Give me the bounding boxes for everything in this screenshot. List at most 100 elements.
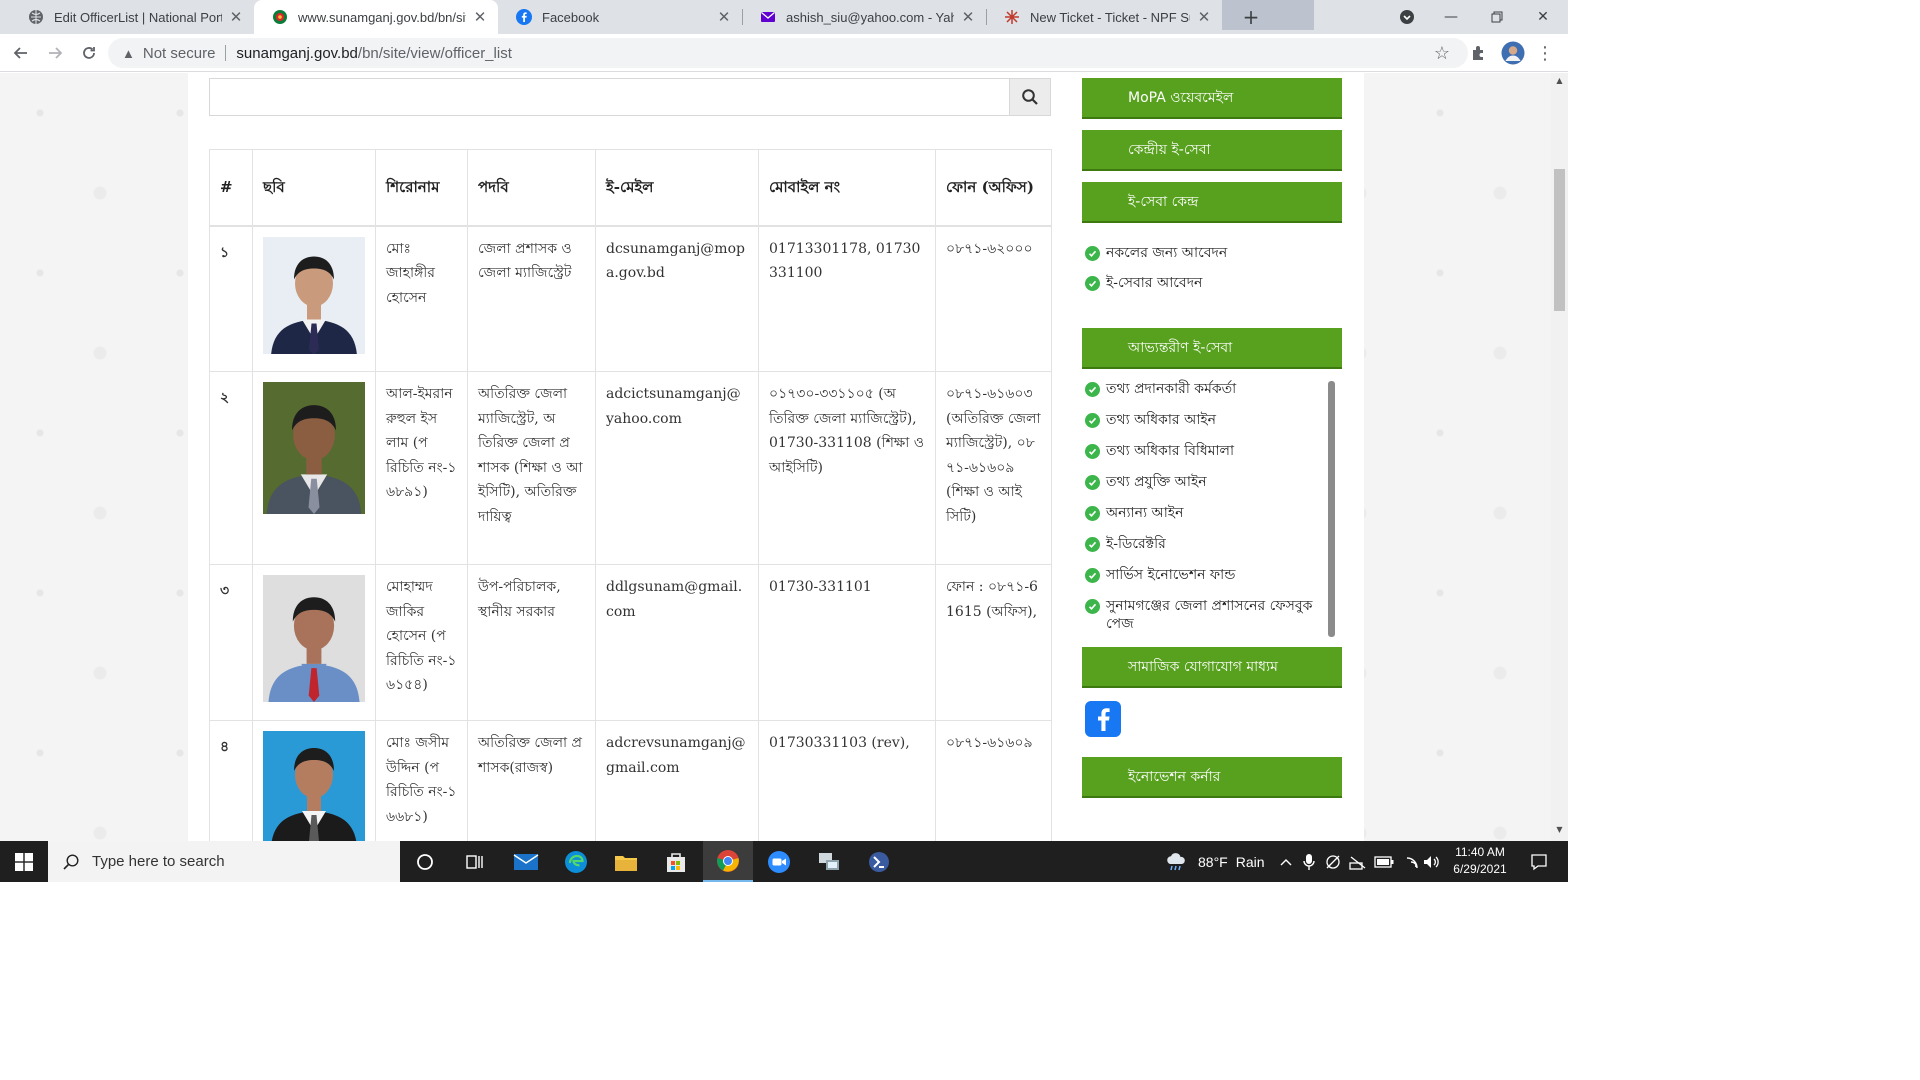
- bookmark-star-icon[interactable]: ☆: [1434, 43, 1450, 64]
- start-button[interactable]: [0, 841, 48, 882]
- check-circle-icon: [1085, 413, 1100, 428]
- windows-taskbar: Type here to search 88°F Rain 11:40 AM 6…: [0, 841, 1568, 882]
- tab-sunamganj[interactable]: www.sunamganj.gov.bd/bn/site/ ✕: [254, 0, 498, 34]
- forward-button[interactable]: [42, 40, 68, 66]
- list-item[interactable]: অন্যান্য আইন: [1082, 504, 1322, 522]
- tab-facebook[interactable]: Facebook ✕: [498, 0, 742, 34]
- yahoo-mail-icon: [760, 9, 776, 25]
- officer-photo: [263, 575, 365, 702]
- taskbar-network-app[interactable]: [804, 841, 854, 882]
- task-view-button[interactable]: [450, 841, 500, 882]
- list-item[interactable]: তথ্য প্রযুক্তি আইন: [1082, 473, 1322, 491]
- battery-tray[interactable]: [1374, 841, 1394, 882]
- internal-link[interactable]: তথ্য অধিকার বিধিমালা: [1106, 442, 1234, 460]
- extensions-button[interactable]: [1466, 40, 1492, 66]
- officer-table: # ছবি শিরোনাম পদবি ই-মেইল মোবাইল নং ফোন …: [209, 149, 1052, 841]
- scroll-up-icon[interactable]: ▲: [1554, 76, 1565, 85]
- taskbar-file-explorer[interactable]: [601, 841, 651, 882]
- page-scrollbar[interactable]: ▲ ▼: [1551, 73, 1568, 841]
- eservice-center-button[interactable]: ই-সেবা কেন্দ্র: [1082, 182, 1342, 223]
- innovation-corner-button[interactable]: ইনোভেশন কর্নার: [1082, 757, 1342, 798]
- officer-email[interactable]: adcictsunamganj@yahoo.com: [595, 371, 759, 565]
- taskbar-search-box[interactable]: Type here to search: [48, 841, 400, 882]
- warning-icon[interactable]: ▲: [122, 46, 135, 61]
- scrollbar-thumb[interactable]: [1554, 169, 1565, 311]
- location-tray[interactable]: [1324, 841, 1342, 882]
- officer-phone: ০৮৭১-৬২০০০: [935, 225, 1052, 372]
- central-eservice-button[interactable]: কেন্দ্রীয় ই-সেবা: [1082, 130, 1342, 171]
- browser-menu-button[interactable]: ⋮: [1532, 40, 1558, 66]
- new-tab-button[interactable]: +: [1240, 6, 1262, 28]
- close-icon[interactable]: ✕: [1196, 8, 1212, 26]
- internal-link[interactable]: তথ্য অধিকার আইন: [1106, 411, 1216, 429]
- officer-email[interactable]: dcsunamganj@mopa.gov.bd: [595, 225, 759, 372]
- tab-title: Edit OfficerList | National Portal: [54, 9, 222, 25]
- list-item[interactable]: ই-ডিরেক্টরি: [1082, 535, 1322, 553]
- eservice-link[interactable]: ই-সেবার আবেদন: [1106, 274, 1202, 292]
- taskbar-mail-app[interactable]: [501, 841, 551, 882]
- officer-email[interactable]: ddlgsunam@gmail.com: [595, 564, 759, 721]
- maximize-button[interactable]: [1474, 0, 1520, 34]
- chevron-down-icon: [1400, 10, 1414, 24]
- browser-tab-strip: Edit OfficerList | National Portal ✕ www…: [0, 0, 1568, 34]
- tab-yahoo-mail[interactable]: ashish_siu@yahoo.com - Yahoo M ✕: [742, 0, 986, 34]
- scroll-down-icon[interactable]: ▼: [1554, 825, 1565, 834]
- internal-link[interactable]: তথ্য প্রদানকারী কর্মকর্তা: [1106, 380, 1236, 398]
- system-clock[interactable]: 11:40 AM 6/29/2021: [1438, 844, 1522, 878]
- internal-link[interactable]: ই-ডিরেক্টরি: [1106, 535, 1166, 553]
- list-item[interactable]: তথ্য অধিকার আইন: [1082, 411, 1322, 429]
- list-item[interactable]: ই-সেবার আবেদন: [1082, 274, 1342, 292]
- microphone-tray[interactable]: [1302, 841, 1316, 882]
- search-button[interactable]: [1009, 78, 1051, 116]
- taskbar-remote-app[interactable]: [854, 841, 904, 882]
- internal-link[interactable]: সার্ভিস ইনোভেশন ফান্ড: [1106, 566, 1235, 584]
- list-item[interactable]: সার্ভিস ইনোভেশন ফান্ড: [1082, 566, 1322, 584]
- eservice-link[interactable]: নকলের জন্য আবেদন: [1106, 244, 1227, 262]
- table-row: ৩ মোহাম্মদ জাকির হোসেন (পরিচিতি নং-১৬১৫৪…: [209, 564, 1052, 721]
- internal-eservice-button[interactable]: আভ্যন্তরীণ ই-সেবা: [1082, 328, 1342, 369]
- facebook-icon: [516, 9, 532, 25]
- weather-widget[interactable]: 88°F Rain: [1164, 841, 1265, 882]
- internal-link[interactable]: সুনামগঞ্জের জেলা প্রশাসনের ফেসবুক পেজ: [1106, 597, 1322, 633]
- close-icon[interactable]: ✕: [472, 8, 488, 26]
- table-body: ১ মোঃ জাহাঙ্গীর হোসেন জেলা প্রশাসক ও জেল…: [209, 225, 1052, 841]
- show-hidden-icons[interactable]: [1278, 841, 1294, 882]
- reload-button[interactable]: [76, 40, 102, 66]
- close-icon[interactable]: ✕: [228, 8, 244, 26]
- taskbar-zoom-app[interactable]: [754, 841, 804, 882]
- social-media-button[interactable]: সামাজিক যোগাযোগ মাধ্যম: [1082, 647, 1342, 688]
- security-status[interactable]: Not secure: [143, 45, 216, 62]
- list-item[interactable]: নকলের জন্য আবেদন: [1082, 244, 1342, 262]
- tab-npf-ticket[interactable]: New Ticket - Ticket - NPF Suppo ✕: [986, 0, 1222, 34]
- internal-link[interactable]: তথ্য প্রযুক্তি আইন: [1106, 473, 1207, 491]
- rain-cloud-icon: [1167, 852, 1185, 870]
- internal-link[interactable]: অন্যান্য আইন: [1106, 504, 1183, 522]
- list-item[interactable]: তথ্য অধিকার বিধিমালা: [1082, 442, 1322, 460]
- address-bar[interactable]: ▲ Not secure sunamganj.gov.bd /bn/site/v…: [108, 38, 1468, 68]
- officer-email[interactable]: adcrevsunamganj@gmail.com: [595, 720, 759, 841]
- list-item[interactable]: তথ্য প্রদানকারী কর্মকর্তা: [1082, 380, 1322, 398]
- mopa-webmail-button[interactable]: MoPA ওয়েবমেইল: [1082, 78, 1342, 119]
- back-button[interactable]: [8, 40, 34, 66]
- wifi-tray[interactable]: [1400, 841, 1418, 882]
- profile-button[interactable]: [1500, 40, 1526, 66]
- tab-edit-officerlist[interactable]: Edit OfficerList | National Portal ✕: [10, 0, 254, 34]
- portal-icon: [28, 9, 44, 25]
- notification-center-button[interactable]: [1524, 841, 1554, 882]
- close-icon[interactable]: ✕: [960, 8, 976, 26]
- minimize-button[interactable]: —: [1428, 0, 1474, 34]
- officer-designation: জেলা প্রশাসক ও জেলা ম্যাজিস্ট্রেট: [467, 225, 596, 372]
- tab-search-button[interactable]: [1384, 0, 1430, 34]
- taskbar-store-app[interactable]: [651, 841, 701, 882]
- close-icon[interactable]: ✕: [716, 8, 732, 26]
- taskbar-chrome-app[interactable]: [703, 841, 753, 882]
- table-row: ১ মোঃ জাহাঙ্গীর হোসেন জেলা প্রশাসক ও জেল…: [209, 225, 1052, 372]
- network-off-tray[interactable]: [1348, 841, 1368, 882]
- list-item[interactable]: সুনামগঞ্জের জেলা প্রশাসনের ফেসবুক পেজ: [1082, 597, 1322, 633]
- facebook-icon[interactable]: [1085, 701, 1121, 737]
- cortana-button[interactable]: [400, 841, 450, 882]
- taskbar-edge-app[interactable]: [551, 841, 601, 882]
- close-window-button[interactable]: ✕: [1520, 0, 1566, 34]
- search-input[interactable]: [209, 78, 1009, 116]
- list-scrollbar[interactable]: [1328, 381, 1335, 637]
